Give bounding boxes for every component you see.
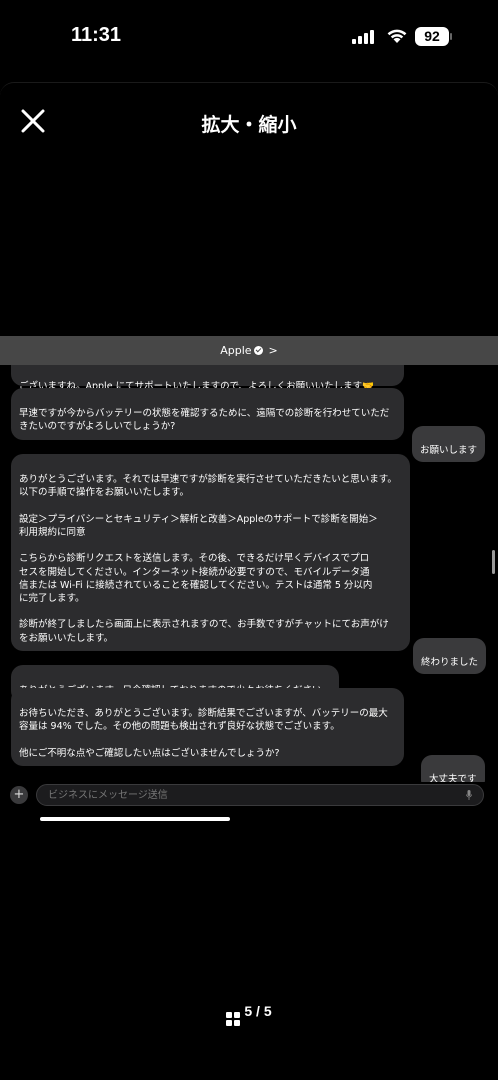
status-time: 11:31 [71, 24, 122, 46]
battery-level: 92 [415, 27, 449, 46]
viewer-title: 拡大・縮小 [201, 114, 297, 136]
status-bar: 11:31 92 [0, 0, 498, 74]
business-header[interactable]: Apple > [0, 336, 498, 365]
chevron-right-icon: > [268, 344, 278, 357]
cellular-signal-icon [352, 30, 374, 44]
wifi-icon [387, 29, 407, 43]
message-composer: + [0, 782, 498, 826]
message-text: 早速ですが今からバッテリーの状態を確認するために、遠隔での診断を行わせていただ … [19, 408, 390, 433]
page-count: 5 / 5 [244, 1003, 272, 1019]
message-text: お願いします [420, 445, 478, 457]
business-name: Apple [220, 344, 252, 357]
grid-icon [226, 1012, 241, 1026]
microphone-icon[interactable] [466, 790, 472, 800]
page-indicator[interactable]: 5 / 5 [0, 1003, 498, 1026]
chat-bubble-business: ありがとうございます。それでは早速ですが診断を実行させていただきたいと思います。… [11, 454, 410, 651]
message-input[interactable] [36, 784, 484, 806]
chat-screenshot[interactable]: Apple > ございますね。Apple にてサポートいたしますので、よろしくお願… [0, 336, 498, 826]
battery-cap [450, 33, 452, 40]
chat-bubble-business: 早速ですが今からバッテリーの状態を確認するために、遠隔での診断を行わせていただ … [11, 388, 404, 440]
message-text: お待ちいただき、ありがとうございます。診断結果でございますが、バッテリーの最大 … [19, 708, 388, 759]
chat-bubble-user: 終わりました [413, 638, 487, 675]
add-attachment-button[interactable]: + [10, 786, 28, 804]
message-text: 終わりました [421, 657, 479, 669]
message-text: ありがとうございます。それでは早速ですが診断を実行させていただきたいと思います。… [19, 474, 397, 644]
chat-bubble-business: お待ちいただき、ありがとうございます。診断結果でございますが、バッテリーの最大 … [11, 688, 404, 767]
verified-badge-icon [253, 346, 263, 355]
home-indicator [40, 817, 230, 821]
chat-bubble-user: お願いします [412, 426, 486, 463]
scrollbar[interactable] [492, 550, 495, 574]
